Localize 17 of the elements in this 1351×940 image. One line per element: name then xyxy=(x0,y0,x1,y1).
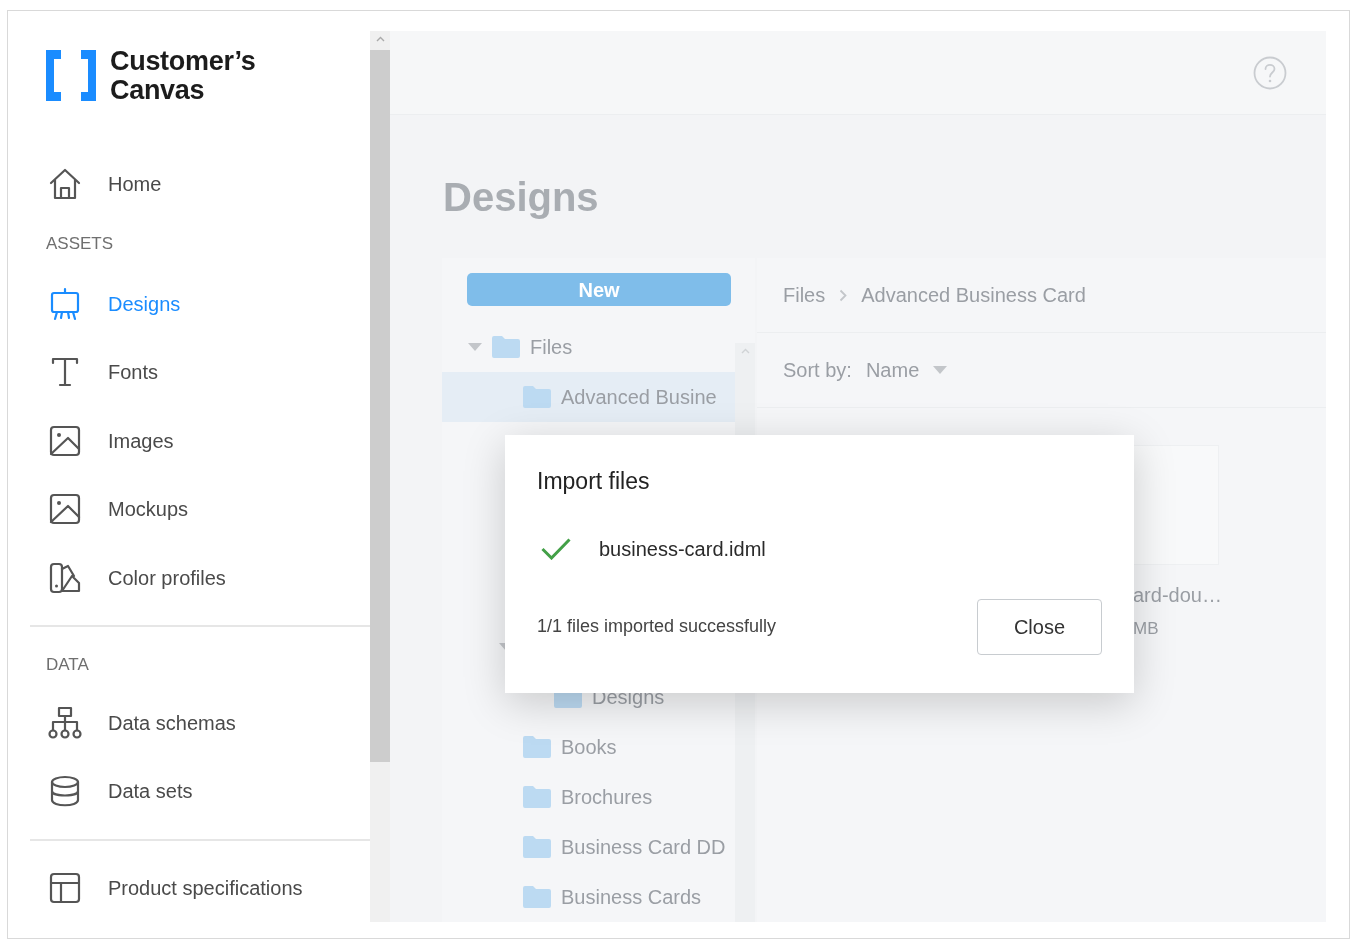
file-size: MB xyxy=(1133,618,1160,640)
sort-label: Sort by: xyxy=(783,358,852,383)
file-name: ard-dou… xyxy=(1133,583,1223,608)
logo-text: Canvas xyxy=(110,75,206,105)
import-summary: 1/1 files imported successfully xyxy=(537,615,777,638)
section-heading: ASSETS xyxy=(45,233,115,256)
tree-item-label: Brochures xyxy=(561,785,653,810)
logo-text: Customer’s xyxy=(110,46,256,76)
tree-item-label: Advanced Busine xyxy=(561,385,717,410)
dialog-title: Import files xyxy=(537,467,651,496)
file-name: business-card.idml xyxy=(599,536,766,562)
section-heading: DATA xyxy=(45,654,90,677)
tree-item-label: Files xyxy=(530,335,573,360)
tree-item-label: Books xyxy=(561,735,617,760)
tree-item-label: Business Cards xyxy=(561,885,702,910)
tree-item-label: Business Card DD xyxy=(561,835,726,860)
page-title: Designs xyxy=(442,174,600,221)
